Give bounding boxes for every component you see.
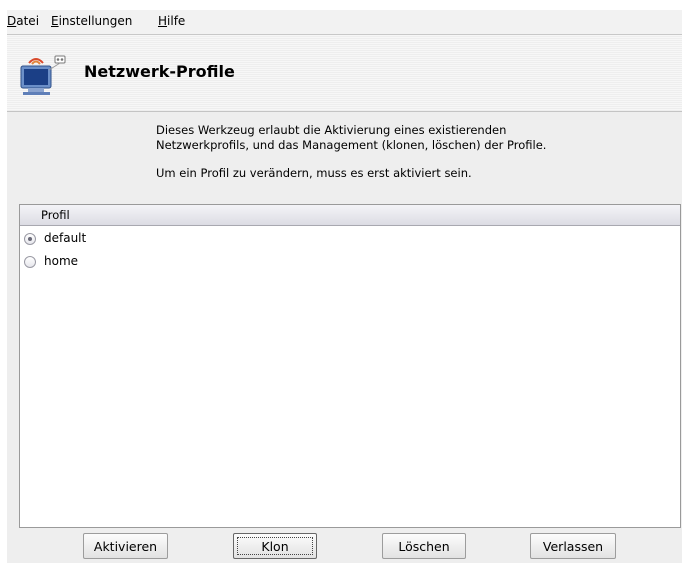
profile-column-header[interactable]: Profil bbox=[20, 205, 680, 226]
profile-row-label: default bbox=[44, 231, 87, 245]
menu-einstellungen-label: instellungen bbox=[58, 14, 133, 28]
radio-checked-icon[interactable] bbox=[24, 233, 36, 245]
menu-datei[interactable]: Datei bbox=[7, 14, 39, 28]
network-profiles-window: Datei Einstellungen Hilfe Netzwerk-Profi… bbox=[7, 10, 682, 563]
menu-einstellungen-mnemonic: E bbox=[51, 14, 59, 28]
description-paragraph-2: Um ein Profil zu verändern, muss es erst… bbox=[156, 166, 472, 180]
profile-row-default[interactable]: default bbox=[20, 228, 680, 250]
profile-row-label: home bbox=[44, 254, 79, 268]
menu-hilfe-label: ilfe bbox=[167, 14, 186, 28]
clone-button[interactable]: Klon bbox=[233, 533, 317, 559]
activate-button[interactable]: Aktivieren bbox=[83, 533, 168, 559]
profile-column-header-label: Profil bbox=[41, 208, 70, 222]
description-paragraph-1: Dieses Werkzeug erlaubt die Aktivierung … bbox=[156, 123, 547, 152]
radio-unchecked-icon[interactable] bbox=[24, 256, 36, 268]
menu-datei-label: atei bbox=[16, 14, 40, 28]
activate-button-label: Aktivieren bbox=[93, 538, 158, 554]
profile-list: Profil default home bbox=[19, 204, 681, 528]
quit-button-label: Verlassen bbox=[542, 538, 604, 554]
delete-button[interactable]: Löschen bbox=[382, 533, 466, 559]
header-banner: Netzwerk-Profile bbox=[7, 35, 682, 112]
focus-ring bbox=[237, 537, 313, 555]
quit-button[interactable]: Verlassen bbox=[530, 533, 616, 559]
page-title: Netzwerk-Profile bbox=[84, 62, 235, 81]
delete-button-label: Löschen bbox=[398, 538, 450, 554]
description: Dieses Werkzeug erlaubt die Aktivierung … bbox=[156, 123, 556, 181]
menu-datei-mnemonic: D bbox=[7, 14, 17, 28]
menu-hilfe-mnemonic: H bbox=[158, 14, 168, 28]
network-computer-icon bbox=[20, 55, 66, 95]
profile-row-home[interactable]: home bbox=[20, 251, 680, 273]
menu-hilfe[interactable]: Hilfe bbox=[158, 14, 185, 28]
menu-einstellungen[interactable]: Einstellungen bbox=[51, 14, 132, 28]
menubar: Datei Einstellungen Hilfe bbox=[7, 10, 682, 35]
